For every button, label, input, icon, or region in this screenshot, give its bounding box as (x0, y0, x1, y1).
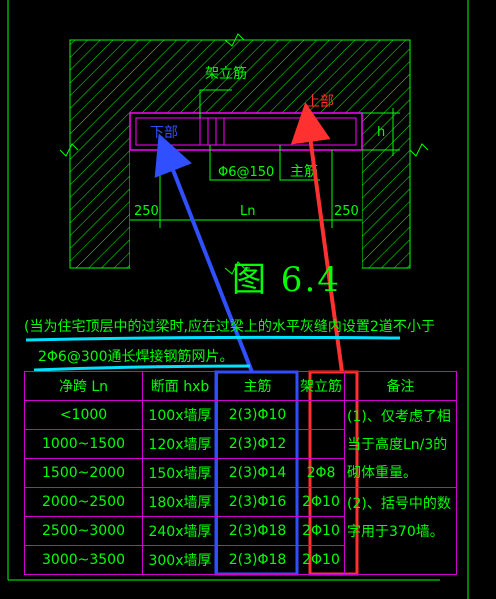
cell-main-bar: 2(3)Φ18 (217, 545, 298, 575)
cell-main-bar: 2(3)Φ10 (217, 400, 298, 430)
table-row: <1000 100x墙厚 2(3)Φ10 (1)、仅考虑了相当于高度Ln/3的砌… (24, 400, 457, 488)
note-line-1: (当为住宅顶层中的过梁时,应在过梁上的水平灰缝内设置2道不小于 (24, 319, 435, 335)
top-label: 上部 (306, 94, 334, 110)
header-remarks: 备注 (344, 371, 457, 401)
header-stirrup: 架立筋 (297, 371, 345, 401)
bottom-label: 下部 (150, 125, 178, 141)
note-line-2: 2Φ6@300通长焊接钢筋网片。 (38, 349, 234, 365)
note-highlight-2 (33, 364, 251, 372)
height-label: h (377, 125, 385, 140)
cell-main-bar: 2(3)Φ18 (217, 516, 298, 546)
span-label: Ln (240, 204, 255, 219)
cell-main-bar: 2(3)Φ14 (217, 458, 298, 488)
hoop-label: Φ6@150 (218, 165, 274, 180)
right-support-label: 250 (334, 204, 359, 219)
table-row: 2000~2500 180x墙厚 2(3)Φ16 2Φ10 (2)、括号中的数字… (24, 487, 457, 575)
cell-stirrup: 2Φ10 (297, 545, 345, 575)
stirrup-label: 架立筋 (205, 65, 247, 82)
cell-stirrup (297, 400, 345, 430)
header-main-bar: 主筋 (217, 371, 298, 401)
header-section: 断面 hxb (142, 371, 218, 401)
cell-span: 1500~2000 (24, 458, 143, 488)
cell-section: 120x墙厚 (142, 429, 218, 459)
remark-1: (1)、仅考虑了相当于高度Ln/3的砌体重量。 (344, 400, 457, 488)
cell-section: 180x墙厚 (142, 487, 218, 517)
cell-section: 150x墙厚 (142, 458, 218, 488)
lintel-table: 净跨 Ln 断面 hxb 主筋 架立筋 备注 <1000 100x墙厚 2(3)… (24, 371, 457, 575)
cell-span: 3000~3500 (24, 545, 143, 575)
cell-span: 2000~2500 (24, 487, 143, 517)
cell-main-bar: 2(3)Φ16 (217, 487, 298, 517)
cell-stirrup: 2Φ10 (297, 516, 345, 546)
cell-stirrup: 2Φ8 (297, 458, 345, 488)
left-support-label: 250 (134, 204, 159, 219)
cell-section: 240x墙厚 (142, 516, 218, 546)
cell-section: 300x墙厚 (142, 545, 218, 575)
cell-span: 2500~3000 (24, 516, 143, 546)
cell-span: 1000~1500 (24, 429, 143, 459)
figure-title: 图 6.4 (232, 260, 341, 300)
remark-2: (2)、括号中的数字用于370墙。 (344, 487, 457, 575)
cell-main-bar: 2(3)Φ12 (217, 429, 298, 459)
cell-stirrup (297, 429, 345, 459)
cell-span: <1000 (24, 400, 143, 430)
cell-section: 100x墙厚 (142, 400, 218, 430)
table-header-row: 净跨 Ln 断面 hxb 主筋 架立筋 备注 (24, 371, 457, 401)
cell-stirrup: 2Φ10 (297, 487, 345, 517)
note-highlight-1 (25, 335, 401, 342)
header-span: 净跨 Ln (24, 371, 143, 401)
